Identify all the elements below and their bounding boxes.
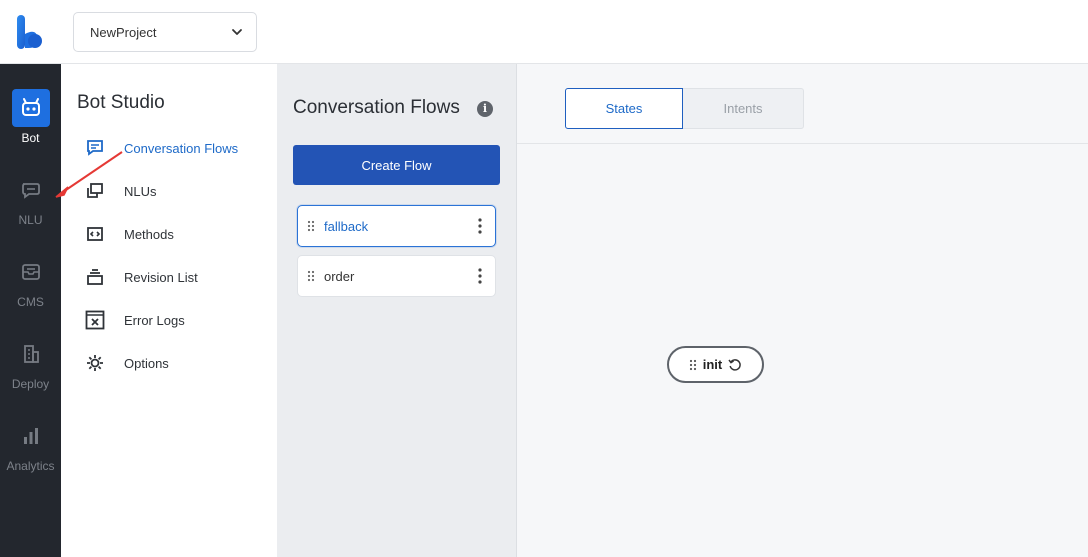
flow-canvas[interactable]: States Intents init xyxy=(517,64,1088,557)
project-select-value: NewProject xyxy=(90,24,157,40)
menu-item-error-logs[interactable]: Error Logs xyxy=(85,308,265,332)
rail-item-deploy[interactable]: Deploy xyxy=(0,335,61,405)
building-icon xyxy=(12,335,50,373)
chat-bubbles-icon xyxy=(12,171,50,209)
flows-panel: Conversation Flows i Create Flow fallbac… xyxy=(277,64,517,557)
chat-square-icon xyxy=(85,138,105,158)
rail-item-analytics[interactable]: Analytics xyxy=(0,417,61,487)
main-nav-rail: Bot NLU CMS Deploy Analytics xyxy=(0,64,61,557)
bot-icon xyxy=(11,89,50,127)
menu-item-label: NLUs xyxy=(124,183,157,199)
state-node-init[interactable]: init xyxy=(667,346,764,383)
error-log-icon xyxy=(85,310,105,330)
bot-studio-panel: Bot Studio Conversation Flows NLUs Metho… xyxy=(61,64,277,557)
create-flow-button[interactable]: Create Flow xyxy=(293,145,500,185)
drag-handle-icon[interactable] xyxy=(298,270,324,282)
tab-states[interactable]: States xyxy=(565,88,683,129)
state-name: init xyxy=(702,357,723,372)
tab-intents[interactable]: Intents xyxy=(683,88,804,129)
chevron-down-icon xyxy=(232,29,242,35)
panel-title: Bot Studio xyxy=(77,92,165,113)
menu-item-nlus[interactable]: NLUs xyxy=(85,179,265,203)
code-brackets-icon xyxy=(85,224,105,244)
menu-item-label: Error Logs xyxy=(124,312,185,328)
flows-title: Conversation Flows xyxy=(293,97,460,118)
project-select[interactable]: NewProject xyxy=(73,12,257,52)
drag-handle-icon[interactable] xyxy=(298,220,324,232)
flow-name: order xyxy=(324,268,355,284)
more-vertical-icon[interactable] xyxy=(465,218,495,234)
flow-item-order[interactable]: order xyxy=(297,255,496,297)
more-vertical-icon[interactable] xyxy=(465,268,495,284)
flow-item-fallback[interactable]: fallback xyxy=(297,205,496,247)
reset-icon[interactable] xyxy=(728,358,742,372)
canvas-header: States Intents xyxy=(517,64,1088,144)
app-logo[interactable] xyxy=(14,14,46,50)
top-bar: NewProject xyxy=(0,0,1088,64)
rail-item-cms[interactable]: CMS xyxy=(0,253,61,323)
menu-item-label: Options xyxy=(124,355,169,371)
drag-handle-icon[interactable] xyxy=(689,359,697,371)
rail-item-nlu[interactable]: NLU xyxy=(0,171,61,241)
menu-item-conversation-flows[interactable]: Conversation Flows xyxy=(85,136,265,160)
rail-item-label: Bot xyxy=(21,131,40,145)
menu-item-label: Revision List xyxy=(124,269,198,285)
rail-item-bot[interactable]: Bot xyxy=(0,89,61,159)
rail-item-label: Analytics xyxy=(6,459,55,473)
menu-item-options[interactable]: Options xyxy=(85,351,265,375)
menu-item-label: Methods xyxy=(124,226,174,242)
menu-item-revision-list[interactable]: Revision List xyxy=(85,265,265,289)
rail-item-label: CMS xyxy=(17,295,44,309)
bar-chart-icon xyxy=(12,417,50,455)
info-icon[interactable]: i xyxy=(477,101,493,117)
stack-icon xyxy=(85,267,105,287)
gear-icon xyxy=(85,353,105,373)
menu-item-label: Conversation Flows xyxy=(124,140,239,156)
menu-item-methods[interactable]: Methods xyxy=(85,222,265,246)
flow-name: fallback xyxy=(324,218,369,234)
rail-item-label: Deploy xyxy=(11,377,50,391)
rail-item-label: NLU xyxy=(18,213,43,227)
stacked-squares-icon xyxy=(85,181,105,201)
inbox-icon xyxy=(12,253,50,291)
